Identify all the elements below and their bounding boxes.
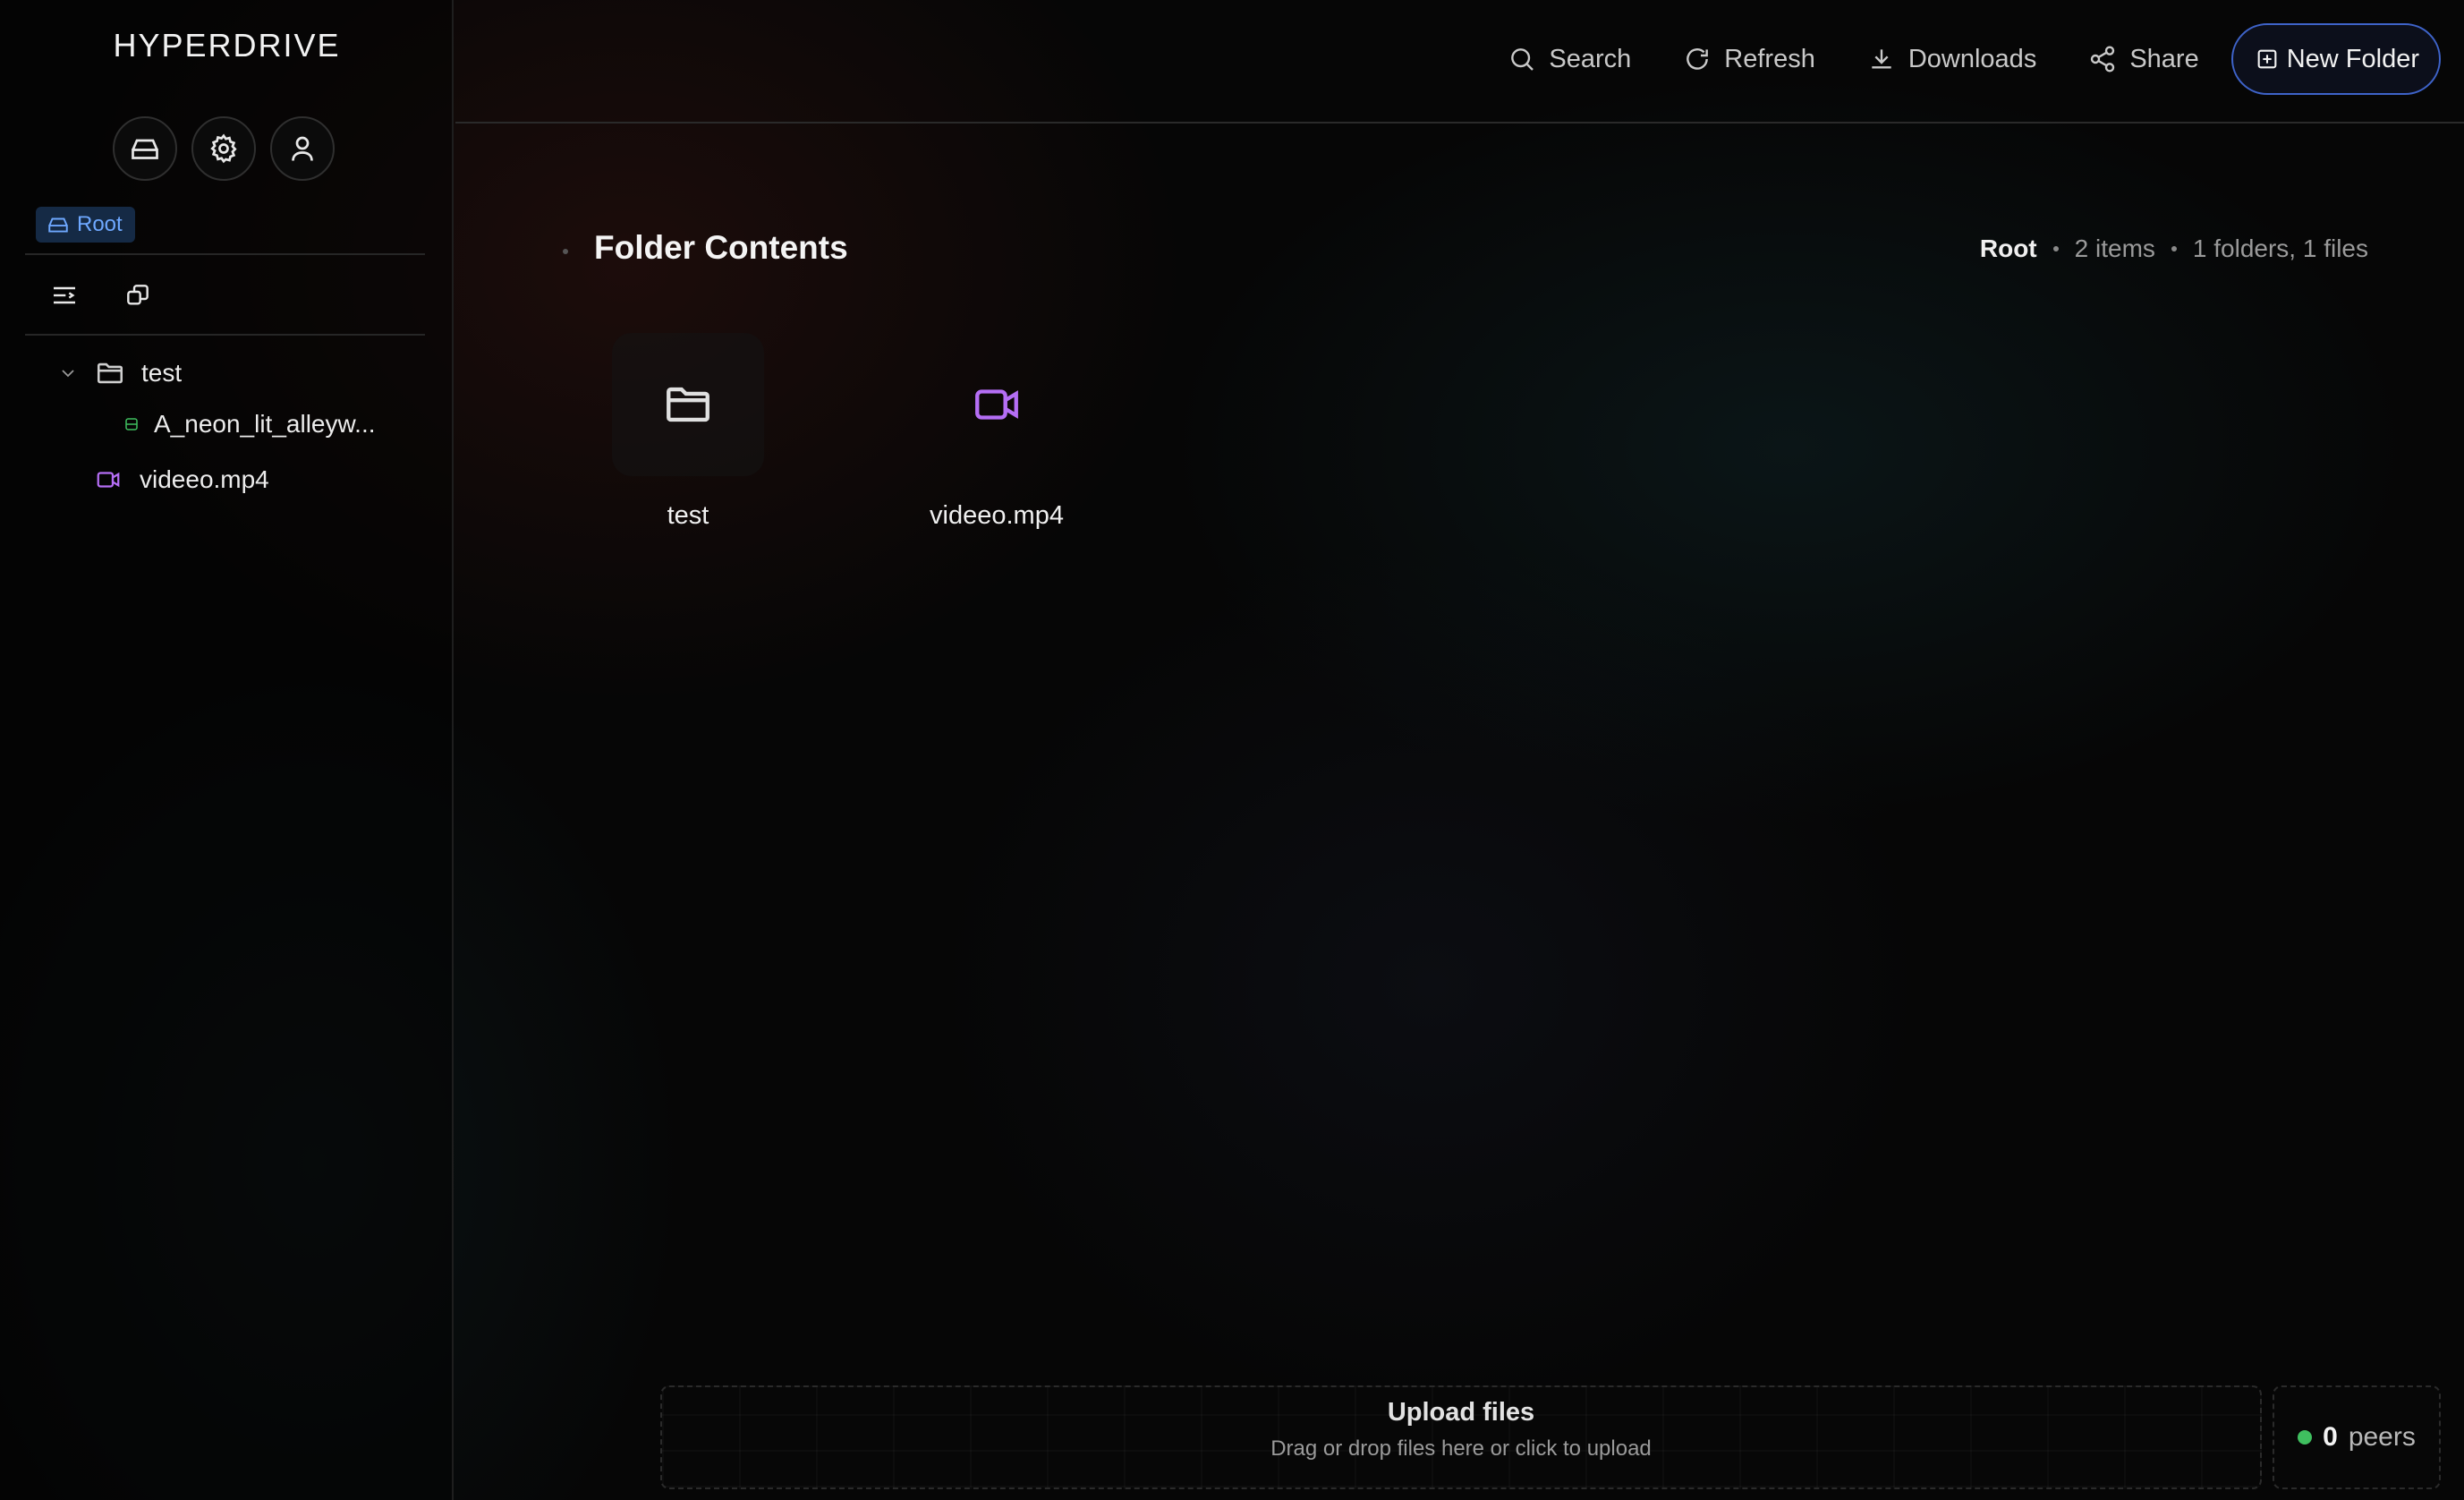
image-file-icon [125, 418, 138, 430]
peer-label: peers [2348, 1422, 2416, 1452]
share-button[interactable]: Share [2069, 23, 2218, 95]
tree-item-label: test [141, 359, 183, 387]
copy-button[interactable] [120, 277, 156, 313]
search-icon [1511, 48, 1534, 71]
top-toolbar: Search Refresh Downloads Share New Folde… [455, 0, 2464, 124]
brand-title: HYPERDRIVE [113, 27, 341, 64]
folder-card-test[interactable]: test [590, 333, 786, 531]
user-icon [292, 136, 313, 161]
meta-separator [2052, 246, 2059, 251]
card-label: videeo.mp4 [930, 501, 1064, 530]
breadcrumb-root[interactable]: Root [1980, 234, 2037, 263]
peers-status: 0 peers [2273, 1385, 2441, 1489]
tree-item-label: videeo.mp4 [140, 465, 269, 493]
refresh-button-label: Refresh [1724, 44, 1815, 73]
page-title: Folder Contents [594, 229, 848, 266]
tree-item-label: A_neon_lit_alleyw... [154, 410, 376, 438]
card-icon-box [921, 333, 1073, 476]
tree-item-test[interactable]: test [57, 358, 182, 388]
root-badge-label: Root [77, 212, 123, 236]
refresh-icon [1687, 48, 1709, 70]
sidebar-tools [47, 277, 156, 313]
gear-icon [210, 133, 237, 164]
settings-button[interactable] [191, 116, 256, 181]
folder-header: Folder Contents Root 2 items 1 folders, … [455, 224, 2464, 277]
upload-title: Upload files [1387, 1398, 1535, 1427]
drive-icon [132, 139, 158, 159]
status-dot [2298, 1430, 2313, 1445]
card-icon-box [612, 333, 764, 476]
downloads-button[interactable]: Downloads [1848, 23, 2056, 95]
peer-count: 0 [2323, 1422, 2338, 1452]
copy-icon [127, 285, 149, 305]
search-button[interactable]: Search [1488, 23, 1651, 95]
drive-icon [48, 217, 68, 233]
toolbar-actions: Search Refresh Downloads Share New Folde… [1488, 23, 2441, 95]
file-card-video[interactable]: videeo.mp4 [898, 333, 1095, 531]
refresh-button[interactable]: Refresh [1663, 23, 1835, 95]
folder-meta: Root 2 items 1 folders, 1 files [1980, 234, 2368, 263]
app-window: HYPERDRIVE Root test A_neon_lit_alleyw..… [0, 0, 2464, 1500]
tree-item-image[interactable]: A_neon_lit_alleyw... [123, 410, 376, 439]
new-folder-button-label: New Folder [2286, 44, 2419, 73]
card-label: test [667, 501, 709, 530]
upload-dropzone[interactable]: Upload files Drag or drop files here or … [660, 1385, 2262, 1489]
folder-plus-icon [2257, 49, 2277, 69]
drive-button[interactable] [113, 116, 177, 181]
search-button-label: Search [1549, 44, 1632, 73]
meta-separator [2171, 246, 2177, 251]
collapse-all-button[interactable] [47, 277, 82, 313]
profile-button[interactable] [270, 116, 335, 181]
sidebar-divider [25, 334, 425, 336]
upload-subtitle: Drag or drop files here or click to uplo… [1270, 1436, 1652, 1461]
new-folder-button[interactable]: New Folder [2230, 23, 2441, 95]
share-icon [2091, 46, 2115, 72]
list-collapse-icon [54, 286, 75, 304]
download-icon [1872, 49, 1891, 69]
folder-file-count: 1 folders, 1 files [2192, 234, 2368, 262]
header-bullet [563, 249, 568, 254]
sidebar: HYPERDRIVE Root test A_neon_lit_alleyw..… [0, 0, 454, 1500]
folder-icon [667, 387, 709, 422]
sidebar-icon-buttons [113, 116, 335, 181]
video-icon [975, 389, 1018, 420]
video-icon [97, 472, 120, 488]
tree-item-video[interactable]: videeo.mp4 [95, 465, 269, 494]
item-count: 2 items [2074, 234, 2155, 262]
share-button-label: Share [2129, 44, 2199, 73]
downloads-button-label: Downloads [1907, 44, 2037, 73]
root-badge[interactable]: Root [36, 207, 135, 243]
sidebar-divider [25, 253, 425, 255]
folder-icon [97, 362, 123, 384]
chevron-down-icon[interactable] [57, 362, 79, 384]
